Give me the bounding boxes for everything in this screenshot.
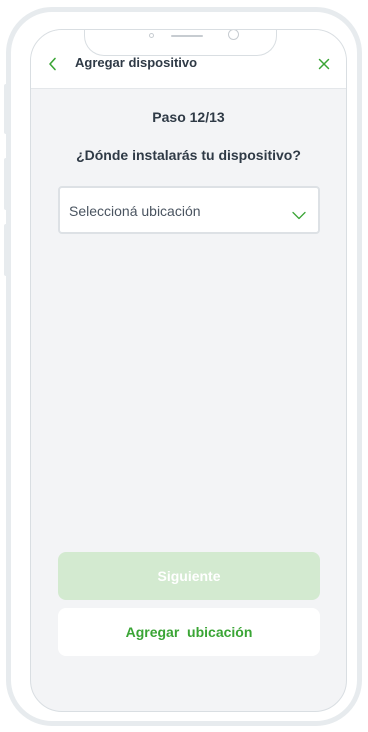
chevron-left-icon <box>49 57 56 71</box>
phone-notch <box>84 30 277 56</box>
camera-icon <box>228 30 239 40</box>
location-select-placeholder: Seleccioná ubicación <box>69 203 201 219</box>
back-button[interactable] <box>48 57 58 71</box>
page-title: Agregar dispositivo <box>75 55 198 70</box>
app-header: Agregar dispositivo <box>31 30 346 89</box>
next-button[interactable]: Siguiente <box>58 552 320 600</box>
question-heading: ¿Dónde instalarás tu dispositivo? <box>76 147 301 163</box>
step-indicator: Paso 12/13 <box>152 109 225 125</box>
phone-side-button <box>4 84 10 134</box>
close-icon <box>318 58 330 70</box>
sensor-icon <box>149 33 154 38</box>
phone-side-button <box>4 158 10 210</box>
phone-screen: Agregar dispositivo Paso 12/13 ¿Dónde in… <box>30 29 347 712</box>
chevron-down-icon <box>292 207 306 220</box>
location-select[interactable]: Seleccioná ubicación <box>58 186 320 234</box>
close-button[interactable] <box>317 57 331 71</box>
speaker-icon <box>171 35 203 37</box>
add-location-button[interactable]: Agregar ubicación <box>58 608 320 656</box>
phone-side-button <box>4 224 10 276</box>
